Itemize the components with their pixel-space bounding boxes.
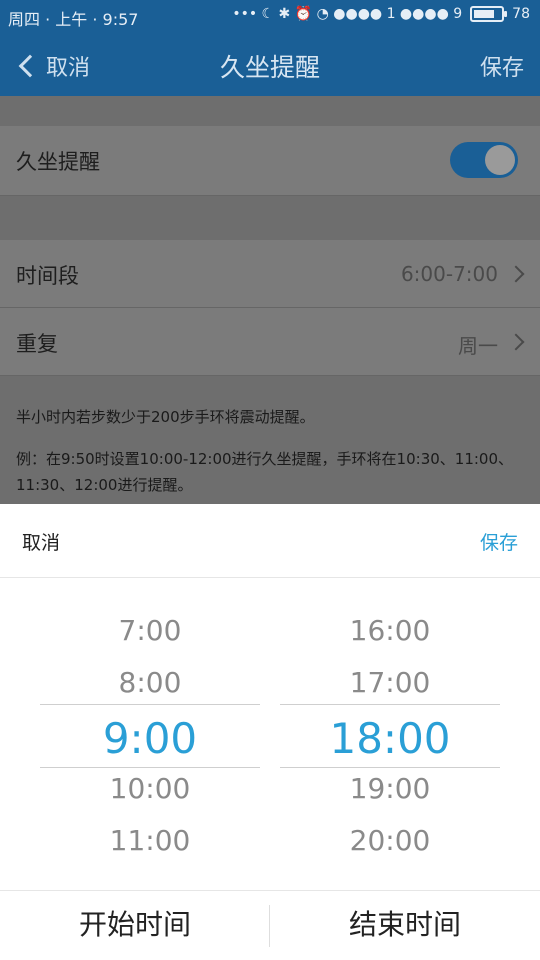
start-time-wheel[interactable]: 7:00 8:00 9:00 10:00 11:00	[40, 578, 260, 890]
tab-start-time[interactable]: 开始时间	[0, 903, 270, 943]
selection-line	[40, 767, 260, 768]
picker-cancel-button[interactable]: 取消	[22, 528, 60, 555]
end-option[interactable]: 17:00	[280, 666, 500, 699]
start-option-selected[interactable]: 9:00	[40, 714, 260, 763]
picker-tabs: 开始时间 结束时间	[0, 890, 540, 960]
end-option[interactable]: 20:00	[280, 824, 500, 857]
start-option[interactable]: 11:00	[40, 824, 260, 857]
start-option[interactable]: 10:00	[40, 772, 260, 805]
settings-overlay: 久坐提醒 时间段 6:00-7:00 重复 周一 半小时内若步数少于200步手环…	[0, 96, 540, 504]
repeat-value: 周一	[458, 334, 498, 358]
picker-header: 取消 保存	[0, 504, 540, 578]
chevron-right-icon	[507, 265, 525, 283]
toggle-knob	[485, 145, 515, 175]
repeat-label: 重复	[16, 332, 58, 356]
battery-fill	[474, 10, 495, 18]
picker-save-button[interactable]: 保存	[480, 528, 518, 555]
status-bar: 周四 · 上午 · 9:57 ••• ☾ ✱ ⏰ ◔ ●●●● 1 ●●●● 9…	[0, 0, 540, 32]
battery-icon	[470, 6, 508, 22]
reminder-toggle[interactable]	[450, 142, 518, 178]
tab-end-time[interactable]: 结束时间	[270, 903, 540, 943]
time-period-value: 6:00-7:00	[400, 262, 498, 286]
reminder-row: 久坐提醒	[0, 126, 540, 196]
page-title: 久坐提醒	[219, 53, 320, 82]
nav-save-button[interactable]: 保存	[480, 50, 524, 82]
status-time: 周四 · 上午 · 9:57	[8, 10, 139, 29]
end-time-wheel[interactable]: 16:00 17:00 18:00 19:00 20:00	[280, 578, 500, 890]
note-rule: 半小时内若步数少于200步手环将震动提醒。	[16, 408, 315, 426]
note-example: 例：在9:50时设置10:00-12:00进行久坐提醒，手环将在10:30、11…	[16, 450, 514, 494]
reminder-label: 久坐提醒	[16, 150, 100, 174]
battery-level: 78	[512, 6, 530, 22]
start-option[interactable]: 7:00	[40, 614, 260, 647]
time-picker-sheet: 取消 保存 7:00 8:00 9:00 10:00 11:00 16:00 1…	[0, 504, 540, 960]
selection-line	[40, 704, 260, 705]
nav-bar: 取消 久坐提醒 保存	[0, 32, 540, 96]
chevron-right-icon	[507, 333, 525, 351]
end-option-selected[interactable]: 18:00	[280, 714, 500, 763]
repeat-row[interactable]: 重复 周一	[0, 308, 540, 376]
start-option[interactable]: 8:00	[40, 666, 260, 699]
time-period-row[interactable]: 时间段 6:00-7:00	[0, 240, 540, 308]
selection-line	[280, 767, 500, 768]
signal-icons: ••• ☾ ✱ ⏰ ◔ ●●●● 1 ●●●● 9	[232, 6, 463, 22]
status-icons: ••• ☾ ✱ ⏰ ◔ ●●●● 1 ●●●● 9 78	[232, 6, 530, 22]
end-option[interactable]: 19:00	[280, 772, 500, 805]
end-option[interactable]: 16:00	[280, 614, 500, 647]
time-period-label: 时间段	[16, 264, 79, 288]
selection-line	[280, 704, 500, 705]
